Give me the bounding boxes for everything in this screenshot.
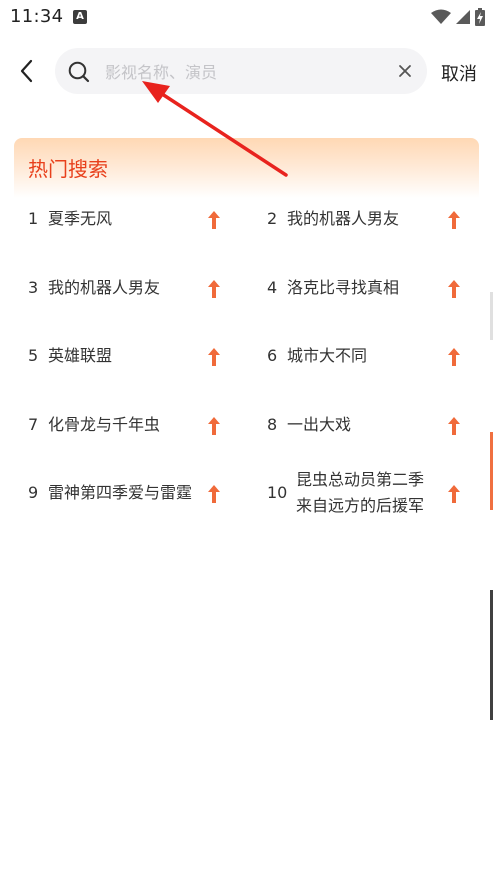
hot-name: 一出大戏 <box>287 415 352 434</box>
arrow-up-icon <box>448 280 460 298</box>
hot-name: 英雄联盟 <box>48 346 113 365</box>
arrow-up-icon <box>208 211 220 229</box>
hot-rank: 1 <box>28 209 39 228</box>
hot-name: 我的机器人男友 <box>287 209 400 228</box>
wifi-icon <box>431 9 451 24</box>
hot-name: 雷神第四季爱与雷霆 <box>48 483 193 502</box>
hot-rank: 8 <box>267 415 278 434</box>
status-time: 11:34 <box>10 6 64 27</box>
hot-rank: 2 <box>267 209 278 228</box>
close-icon[interactable] <box>397 63 413 79</box>
arrow-up-icon <box>448 348 460 366</box>
hot-name: 昆虫总动员第二季来自远方的后援军 <box>296 470 425 515</box>
hot-name: 洛克比寻找真相 <box>287 278 400 297</box>
hot-name: 夏季无风 <box>48 209 113 228</box>
arrow-up-icon <box>208 280 220 298</box>
status-bar: 11:34 A <box>0 0 493 34</box>
arrow-up-icon <box>208 417 220 435</box>
hot-name: 化骨龙与千年虫 <box>48 415 161 434</box>
hot-name: 我的机器人男友 <box>48 278 161 297</box>
hot-rank: 7 <box>28 415 39 434</box>
hot-rank: 4 <box>267 278 278 297</box>
hot-rank: 5 <box>28 346 39 365</box>
notification-app-icon: A <box>73 10 87 24</box>
battery-icon <box>475 8 485 26</box>
chevron-left-icon <box>20 59 33 83</box>
annotation-arrow-icon <box>142 81 288 177</box>
hot-search-title: 热门搜索 <box>28 157 108 181</box>
arrow-up-icon <box>448 211 460 229</box>
search-screen: 11:34 A 影视名称、演员 取消 热门搜索 1 夏季无风 2 我的机器人男友… <box>0 0 493 876</box>
hot-rank: 6 <box>267 346 278 365</box>
arrow-up-icon <box>208 348 220 366</box>
cancel-button[interactable]: 取消 <box>441 60 477 86</box>
hot-rank: 3 <box>28 278 39 297</box>
hot-name: 城市大不同 <box>287 346 368 365</box>
back-button[interactable] <box>12 56 42 86</box>
arrow-up-icon <box>448 417 460 435</box>
status-icons <box>431 6 485 28</box>
search-icon <box>68 61 90 83</box>
arrow-up-icon <box>448 485 460 503</box>
hot-rank: 10 <box>267 483 288 502</box>
hot-rank: 9 <box>28 483 39 502</box>
signal-icon <box>456 10 470 24</box>
arrow-up-icon <box>208 485 220 503</box>
